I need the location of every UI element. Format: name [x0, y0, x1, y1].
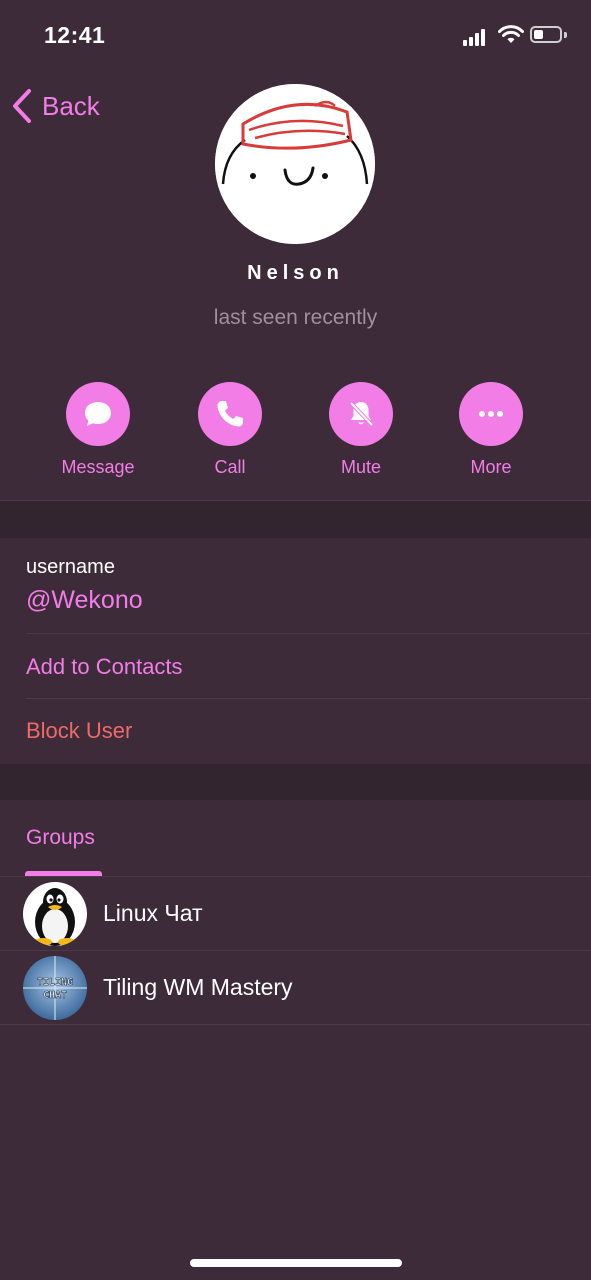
group-row-tiling-wm[interactable]: TILING CHAT Tiling WM Mastery — [0, 951, 591, 1025]
status-bar: 12:41 — [0, 0, 591, 72]
call-label: Call — [214, 457, 246, 477]
action-bar: Message Call Mute More — [0, 382, 591, 482]
phone-icon — [217, 401, 243, 427]
profile-name: Nelson — [247, 262, 344, 284]
divider — [0, 1024, 591, 1025]
ellipsis-icon — [479, 411, 503, 417]
message-button[interactable]: Message — [43, 382, 153, 478]
add-to-contacts-button[interactable]: Add to Contacts — [26, 654, 183, 680]
cellular-signal-icon — [463, 28, 489, 46]
back-button[interactable]: Back — [10, 86, 100, 126]
username-label: username — [26, 556, 115, 578]
call-button[interactable]: Call — [175, 382, 285, 478]
divider — [26, 633, 591, 634]
block-user-button[interactable]: Block User — [26, 718, 132, 744]
badge-text-line-1: TILING — [37, 977, 73, 988]
more-label: More — [470, 457, 512, 477]
section-separator — [0, 500, 591, 538]
badge-text-line-2: CHAT — [43, 990, 67, 1001]
message-bubble-icon — [85, 402, 111, 426]
tiling-chat-badge-icon: TILING CHAT — [23, 956, 87, 1020]
profile-avatar[interactable] — [215, 84, 375, 244]
home-indicator[interactable] — [190, 1259, 402, 1267]
tab-groups[interactable]: Groups — [26, 826, 95, 850]
mute-label: Mute — [340, 457, 382, 477]
last-seen-status: last seen recently — [213, 306, 378, 329]
group-name: Tiling WM Mastery — [103, 974, 293, 1000]
tux-penguin-icon — [23, 882, 87, 946]
username-value[interactable]: @Wekono — [26, 586, 143, 615]
mute-button[interactable]: Mute — [306, 382, 416, 478]
status-time: 12:41 — [44, 22, 106, 48]
divider — [26, 698, 591, 699]
group-row-linux-chat[interactable]: Linux Чат — [0, 877, 591, 951]
info-section: username @Wekono Add to Contacts Block U… — [0, 538, 591, 763]
smiley-face-icon — [215, 84, 375, 244]
more-button[interactable]: More — [436, 382, 546, 478]
group-avatar: TILING CHAT — [23, 956, 87, 1020]
back-label: Back — [42, 90, 100, 121]
group-name: Linux Чат — [103, 900, 203, 926]
battery-icon — [530, 26, 562, 43]
message-label: Message — [61, 457, 135, 477]
bell-slash-icon — [349, 401, 374, 427]
chevron-left-icon — [13, 89, 31, 123]
wifi-icon — [498, 25, 524, 43]
section-separator — [0, 764, 591, 800]
group-avatar — [23, 882, 87, 946]
